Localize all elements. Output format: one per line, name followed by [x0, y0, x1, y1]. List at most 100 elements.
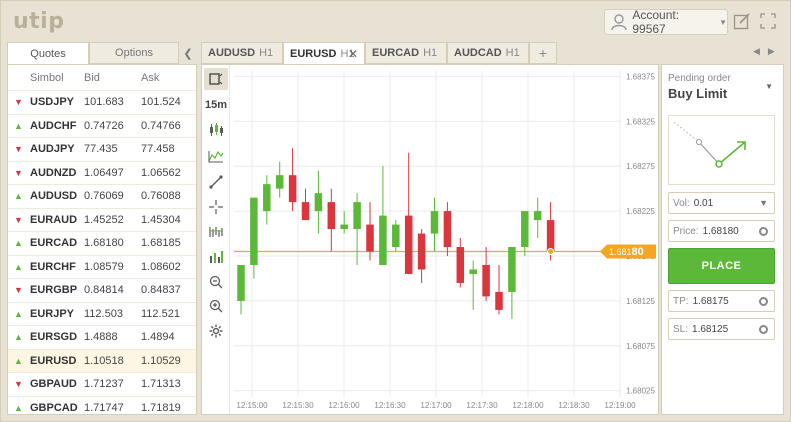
tp-toggle-icon[interactable]: [759, 296, 768, 306]
quote-symbol: USDJPY: [30, 96, 75, 109]
crosshair-icon[interactable]: [204, 196, 228, 218]
stop-loss-field[interactable]: SL: 1.68125: [668, 318, 775, 340]
tab-chart-audcad[interactable]: AUDCAD H1: [447, 42, 529, 64]
candle-body: [301, 202, 310, 221]
quote-row[interactable]: ▼ AUDJPY 77.435 77.458: [8, 137, 196, 161]
candle-body: [404, 215, 413, 274]
volume-field[interactable]: Vol: 0.01 ▼: [668, 192, 775, 214]
tab-nav-arrows[interactable]: ◀▶: [753, 46, 783, 57]
user-icon: [609, 12, 628, 32]
tab-chart-eurusd[interactable]: EURUSD H1 ✕: [283, 42, 365, 64]
tab-options[interactable]: Options: [89, 42, 179, 64]
quote-row[interactable]: ▲ AUDUSD 0.76069 0.76088: [8, 184, 196, 208]
quote-row[interactable]: ▲ EURUSD 1.10518 1.10529: [8, 348, 196, 372]
quote-row[interactable]: ▲ EURCAD 1.68180 1.68185: [8, 231, 196, 255]
quote-row[interactable]: ▲ EURJPY 112.503 112.521: [8, 301, 196, 326]
quote-row[interactable]: ▼ EURAUD 1.45252 1.45304: [8, 207, 196, 232]
candle-body: [495, 291, 503, 310]
zoom-out-icon[interactable]: [204, 271, 228, 293]
trendline-icon[interactable]: [204, 171, 228, 193]
fibonacci-icon[interactable]: [204, 221, 228, 243]
collapse-left-icon[interactable]: ❮: [179, 42, 197, 64]
next-tab-icon[interactable]: ▶: [768, 46, 783, 56]
quote-row[interactable]: ▼ GBPAUD 1.71237 1.71313: [8, 372, 196, 396]
arrow-down-icon: ▼: [14, 285, 23, 296]
quote-ask: 101.524: [141, 96, 181, 109]
price-chart[interactable]: 1.683751.683251.682751.682251.681751.681…: [230, 65, 658, 414]
candle-body: [366, 224, 374, 252]
price-label: Price:: [673, 225, 699, 237]
settings-gear-icon[interactable]: [204, 320, 228, 342]
candle-body: [482, 264, 490, 297]
arrow-up-icon: ▲: [14, 308, 23, 319]
quote-ask: 1.71819: [141, 401, 181, 414]
y-tick-label: 1.68125: [626, 297, 655, 306]
quotes-list: ▼ USDJPY 101.683 101.524 ▲ AUDCHF 0.74726 0.747…: [8, 90, 196, 419]
chevron-down-icon[interactable]: ▼: [765, 82, 773, 91]
zoom-in-icon[interactable]: [204, 295, 228, 317]
order-diagram: [668, 115, 775, 185]
quote-symbol: EURAUD: [30, 213, 78, 226]
quote-bid: 1.06497: [84, 166, 124, 179]
quote-row[interactable]: ▲ AUDCHF 0.74726 0.74766: [8, 113, 196, 138]
quote-row[interactable]: ▼ USDJPY 101.683 101.524: [8, 90, 196, 114]
x-tick-label: 12:19:00: [604, 401, 636, 410]
left-panel-tabs: Quotes Options ❮: [7, 42, 197, 64]
prev-tab-icon[interactable]: ◀: [753, 46, 768, 56]
order-type-selector[interactable]: Buy Limit: [668, 86, 727, 101]
arrow-up-icon: ▲: [14, 261, 23, 272]
account-selector[interactable]: Account: 99567 ▼: [604, 8, 728, 36]
x-tick-label: 12:17:30: [466, 401, 498, 410]
price-toggle-icon[interactable]: [759, 226, 768, 236]
close-tab-icon[interactable]: ✕: [348, 47, 358, 61]
tab-pair: AUDCAD: [454, 47, 502, 59]
quote-ask: 112.521: [141, 307, 180, 320]
timeframe-selector[interactable]: 15m: [204, 94, 228, 116]
chart-type-icon[interactable]: [204, 68, 228, 90]
arrow-up-icon: ▲: [14, 191, 23, 202]
tab-chart-eurcad[interactable]: EURCAD H1: [365, 42, 447, 64]
volume-icon[interactable]: [204, 246, 228, 268]
quote-row[interactable]: ▲ EURSGD 1.4888 1.4894: [8, 325, 196, 349]
tab-chart-audusd[interactable]: AUDUSD H1: [201, 42, 283, 64]
add-tab-button[interactable]: +: [529, 42, 557, 64]
quote-row[interactable]: ▲ GBPCAD 1.71747 1.71819: [8, 395, 196, 420]
order-panel-label: Pending order: [668, 73, 731, 84]
edit-icon[interactable]: [732, 11, 752, 31]
arrow-down-icon: ▼: [14, 97, 23, 108]
candle-body: [533, 211, 542, 221]
chevron-down-icon: ▼: [759, 198, 768, 208]
quote-ask: 1.68185: [141, 237, 181, 250]
chevron-down-icon: ▼: [719, 17, 727, 27]
candle-body: [546, 220, 555, 252]
quote-row[interactable]: ▼ EURGBP 0.84814 0.84837: [8, 278, 196, 302]
sl-toggle-icon[interactable]: [759, 324, 768, 334]
quote-bid: 112.503: [84, 307, 123, 320]
place-order-button[interactable]: PLACE: [668, 248, 775, 284]
column-bid: Bid: [84, 71, 100, 84]
tp-label: TP:: [673, 295, 689, 307]
quote-symbol: EURUSD: [30, 354, 77, 367]
quote-symbol: GBPAUD: [30, 378, 77, 391]
arrow-down-icon: ▼: [14, 214, 23, 225]
indicators-icon[interactable]: [204, 145, 228, 167]
quote-row[interactable]: ▲ EURCHF 1.08579 1.08602: [8, 254, 196, 279]
fullscreen-icon[interactable]: [758, 11, 778, 31]
arrow-up-icon: ▲: [14, 355, 23, 366]
quote-row[interactable]: ▼ AUDNZD 1.06497 1.06562: [8, 160, 196, 185]
tab-quotes[interactable]: Quotes: [7, 42, 89, 64]
price-field[interactable]: Price: 1.68180: [668, 220, 775, 242]
take-profit-field[interactable]: TP: 1.68175: [668, 290, 775, 312]
x-tick-label: 12:17:00: [420, 401, 452, 410]
x-tick-label: 12:15:30: [282, 401, 314, 410]
quote-bid: 1.45252: [84, 213, 124, 226]
candle-body: [508, 247, 516, 292]
candles-icon[interactable]: [204, 119, 228, 141]
quote-bid: 0.76069: [84, 190, 124, 203]
quote-ask: 1.10529: [141, 354, 181, 367]
quote-symbol: AUDCHF: [30, 119, 77, 132]
quote-symbol: EURJPY: [30, 307, 75, 320]
quote-ask: 1.08602: [141, 260, 181, 273]
candle-body: [521, 211, 529, 248]
quote-bid: 1.71237: [84, 378, 124, 391]
